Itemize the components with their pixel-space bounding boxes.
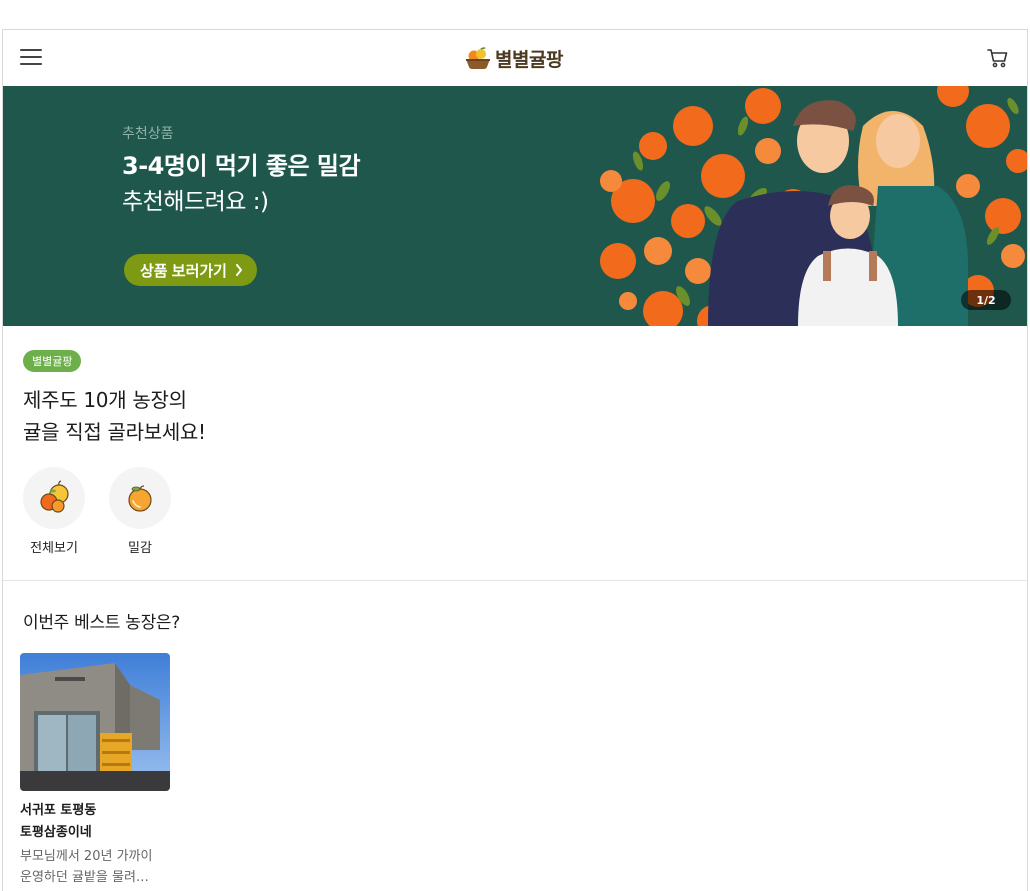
brand-logo[interactable]: 별별귤팡 bbox=[465, 44, 563, 72]
best-farms-title: 이번주 베스트 농장은? bbox=[23, 613, 180, 633]
family-tangerine-illustration bbox=[600, 86, 1027, 326]
farm-description-line2: 운영하던 귤밭을 물려… bbox=[20, 870, 149, 885]
promo-banner[interactable]: 추천상품 3-4명이 먹기 좋은 밀감 추천해드려요 :) 상품 보러가기 1/… bbox=[3, 86, 1027, 326]
chevron-right-icon bbox=[235, 264, 242, 276]
view-products-button[interactable]: 상품 보러가기 bbox=[124, 254, 257, 286]
view-products-label: 상품 보러가기 bbox=[140, 262, 227, 280]
hamburger-icon[interactable] bbox=[20, 49, 42, 66]
farm-name: 토평삼종이네 bbox=[20, 825, 92, 840]
brand-badge: 별별귤팡 bbox=[23, 350, 82, 372]
tangerine-basket-icon bbox=[466, 47, 490, 69]
farm-description: 부모님께서 20년 가까이 운영하던 귤밭을 물려… bbox=[20, 846, 170, 888]
category-icon-circle bbox=[109, 467, 171, 529]
banner-pager: 1/2 bbox=[961, 290, 1011, 310]
banner-eyebrow: 추천상품 bbox=[122, 126, 174, 142]
best-farms-section: 이번주 베스트 농장은? 서귀포 토평동 토평삼종이네 부모님께서 20년 가까… bbox=[3, 581, 1027, 891]
mixed-citrus-icon bbox=[40, 480, 69, 513]
farm-region: 서귀포 토평동 bbox=[20, 803, 97, 818]
intro-title: 제주도 10개 농장의 귤을 직접 골라보세요! bbox=[23, 384, 206, 448]
banner-subtitle: 추천해드려요 :) bbox=[122, 189, 269, 215]
cart-icon[interactable] bbox=[987, 47, 1009, 69]
brand-name: 별별귤팡 bbox=[495, 48, 563, 71]
intro-title-line1: 제주도 10개 농장의 bbox=[23, 388, 187, 412]
top-navigation-bar: 별별귤팡 bbox=[3, 30, 1027, 86]
farm-description-line1: 부모님께서 20년 가까이 bbox=[20, 849, 153, 864]
category-label: 밀감 bbox=[128, 541, 152, 556]
intro-title-line2: 귤을 직접 골라보세요! bbox=[23, 420, 206, 444]
farm-photo bbox=[20, 653, 170, 791]
banner-title: 3-4명이 먹기 좋은 밀감 bbox=[122, 152, 361, 180]
app-frame: 별별귤팡 추천상품 3-4명이 먹기 좋은 밀감 추천해드려요 :) 상품 보러… bbox=[2, 29, 1028, 891]
category-all[interactable]: 전체보기 bbox=[23, 467, 85, 556]
tangerine-icon bbox=[128, 485, 152, 512]
category-tangerine[interactable]: 밀감 bbox=[109, 467, 171, 556]
intro-section: 별별귤팡 제주도 10개 농장의 귤을 직접 골라보세요! 전체보기 밀감 bbox=[3, 326, 1027, 581]
category-icon-circle bbox=[23, 467, 85, 529]
category-label: 전체보기 bbox=[30, 541, 78, 556]
farm-card[interactable]: 서귀포 토평동 토평삼종이네 부모님께서 20년 가까이 운영하던 귤밭을 물려… bbox=[20, 653, 170, 888]
